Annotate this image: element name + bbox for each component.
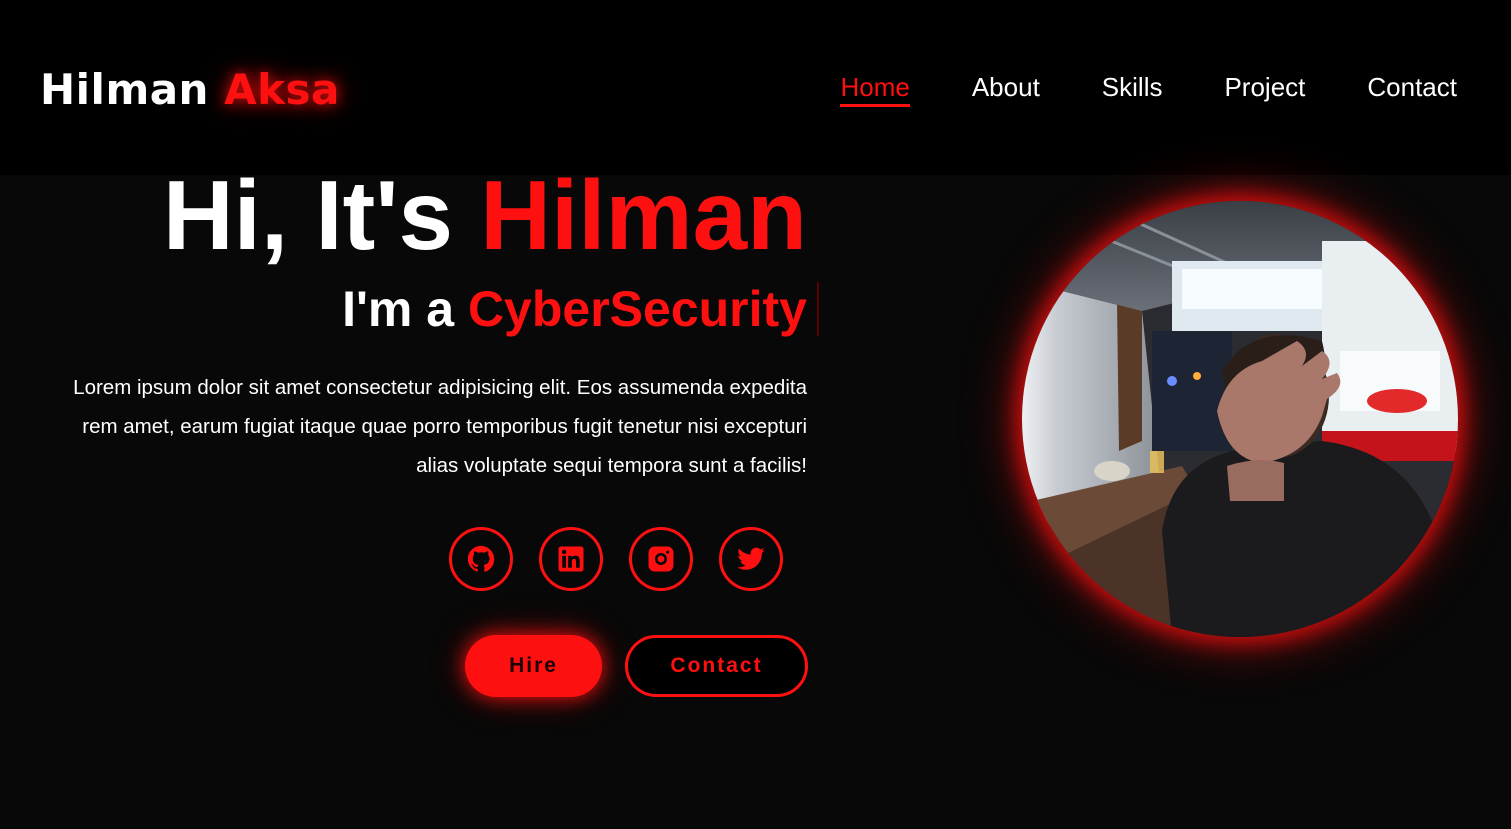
linkedin-link[interactable]: [539, 527, 603, 591]
site-logo[interactable]: Hilman Aksa: [40, 62, 340, 118]
hero-subtitle: I'm a CyberSecurity: [40, 278, 819, 340]
social-links: [449, 527, 783, 591]
cta-buttons: Hire Contact: [465, 635, 808, 697]
logo-first-name: Hilman: [40, 65, 209, 114]
profile-photo: [1022, 201, 1458, 637]
role-prefix: I'm a: [342, 281, 455, 337]
hero-title: Hi, It's Hilman: [40, 160, 807, 270]
typing-cursor: [817, 282, 819, 336]
hero-greeting: Hi, It's: [162, 160, 454, 270]
instagram-link[interactable]: [629, 527, 693, 591]
nav-project[interactable]: Project: [1224, 70, 1305, 104]
hero-description: Lorem ipsum dolor sit amet consectetur a…: [73, 376, 807, 477]
nav-skills[interactable]: Skills: [1102, 70, 1163, 104]
contact-button[interactable]: Contact: [625, 635, 808, 697]
github-link[interactable]: [449, 527, 513, 591]
twitter-icon: [737, 547, 765, 570]
nav-about[interactable]: About: [972, 70, 1040, 104]
profile-photo-image: [1022, 201, 1458, 637]
nav-home[interactable]: Home: [840, 70, 911, 107]
main-nav: Home About Skills Project Contact: [840, 70, 1457, 107]
hero-section: Hi, It's Hilman I'm a CyberSecurity Lore…: [40, 160, 819, 485]
logo-last-name: Aksa: [224, 65, 340, 114]
nav-contact[interactable]: Contact: [1367, 70, 1457, 104]
linkedin-icon: [558, 546, 584, 572]
hero-name: Hilman: [480, 160, 807, 270]
github-icon: [467, 545, 495, 572]
site-header: Hilman Aksa Home About Skills Project Co…: [0, 0, 1511, 175]
hire-button[interactable]: Hire: [465, 635, 602, 697]
role-text: CyberSecurity: [467, 281, 807, 337]
twitter-link[interactable]: [719, 527, 783, 591]
instagram-icon: [648, 546, 674, 572]
